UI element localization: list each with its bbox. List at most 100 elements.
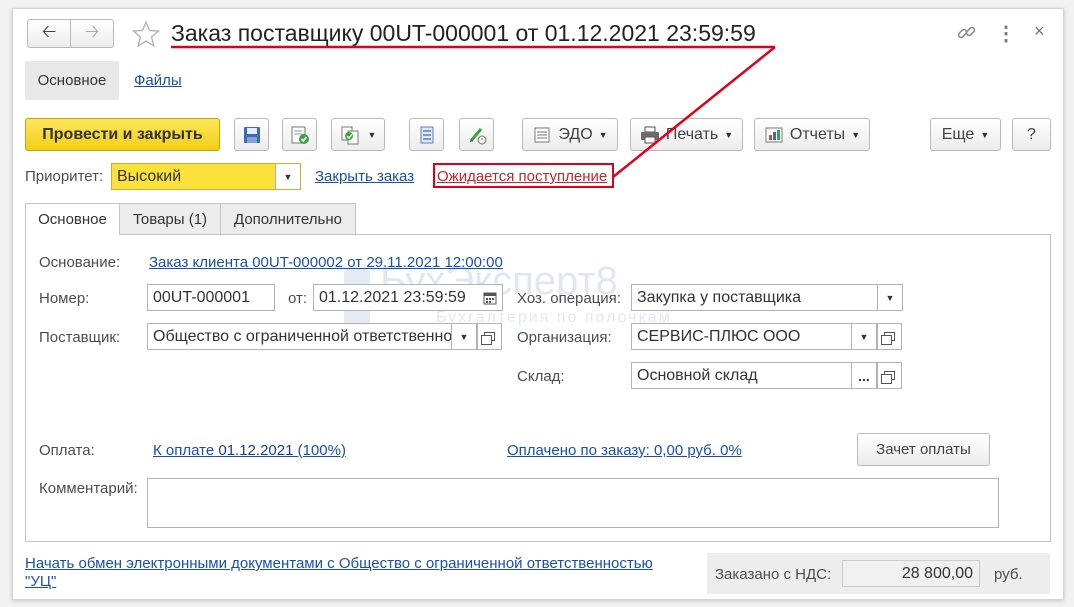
chevron-down-icon[interactable]: ▼	[877, 285, 902, 310]
post-icon	[291, 126, 309, 144]
nav-tab-main-label: Основное	[37, 72, 107, 89]
calendar-icon	[483, 292, 497, 304]
chevron-down-icon: ▼	[598, 129, 608, 140]
create-based-on-button[interactable]: ▼	[331, 118, 385, 151]
post-and-close-button[interactable]: Провести и закрыть	[25, 118, 220, 151]
organization-select[interactable]: СЕРВИС-ПЛЮС ООО ▼	[631, 323, 877, 350]
tab-main-label: Основное	[38, 211, 107, 228]
chevron-down-icon[interactable]: ▼	[451, 324, 476, 349]
start-edo-link-line1: Начать обмен электронными документами с …	[25, 555, 653, 572]
paid-link[interactable]: Оплачено по заказу: 0,00 руб. 0%	[507, 442, 742, 459]
operation-value: Закупка у поставщика	[637, 289, 802, 306]
help-button[interactable]: ?	[1012, 118, 1051, 151]
currency-label: руб.	[994, 566, 1023, 583]
tab-goods[interactable]: Товары (1)	[119, 203, 221, 234]
warehouse-select[interactable]: Основной склад ...	[631, 362, 877, 389]
supplier-open-button[interactable]	[477, 323, 502, 350]
post-button[interactable]	[282, 118, 317, 151]
chevron-down-icon[interactable]: ▼	[851, 324, 876, 349]
offset-payment-label: Зачет оплаты	[876, 441, 971, 458]
save-button[interactable]	[234, 118, 269, 151]
list-button[interactable]	[409, 118, 444, 151]
organization-open-button[interactable]	[877, 323, 902, 350]
priority-select[interactable]: Высокий ▼	[111, 163, 301, 190]
tab-goods-label: Товары (1)	[132, 210, 208, 228]
page-title: Заказ поставщику 00UT-000001 от 01.12.20…	[171, 20, 756, 46]
comment-field[interactable]	[147, 478, 999, 528]
warehouse-value: Основной склад	[637, 367, 758, 384]
edo-button[interactable]: ЭДО ▼	[522, 118, 618, 151]
payment-link-date: 01.12.2021	[218, 442, 294, 459]
chevron-down-icon: ▼	[980, 129, 990, 140]
date-field[interactable]: 01.12.2021 23:59:59	[313, 284, 503, 311]
reports-label: Отчеты	[789, 125, 846, 143]
back-button[interactable]: 🡠	[27, 19, 71, 48]
operation-label: Хоз. операция:	[517, 290, 621, 307]
post-and-close-label: Провести и закрыть	[42, 125, 203, 143]
back-arrow-icon: 🡠	[41, 20, 57, 41]
organization-value: СЕРВИС-ПЛЮС ООО	[637, 328, 801, 345]
warehouse-choose-button[interactable]: ...	[851, 363, 876, 388]
payment-label: Оплата:	[39, 442, 95, 459]
priority-value: Высокий	[117, 168, 182, 185]
date-value: 01.12.2021 23:59:59	[319, 289, 466, 306]
edit-signature-button[interactable]	[459, 118, 494, 151]
edo-label: ЭДО	[558, 125, 593, 143]
comment-label: Комментарий:	[39, 480, 138, 497]
calendar-button[interactable]	[477, 285, 502, 310]
open-icon	[881, 332, 895, 345]
supplier-select[interactable]: Общество с ограниченной ответственностью…	[147, 323, 477, 350]
payment-link-prefix: К оплате	[153, 442, 215, 459]
more-label: Еще	[941, 125, 975, 143]
edo-icon	[534, 127, 550, 142]
main-tab-panel: БухЭксперт8 Бухгалтерия по полочкам Осно…	[25, 234, 1051, 542]
print-label: Печать	[665, 125, 719, 143]
create-based-on-icon	[341, 126, 359, 144]
priority-label: Приоритет:	[25, 168, 104, 185]
close-order-link[interactable]: Закрыть заказ	[315, 168, 414, 185]
open-icon	[881, 371, 895, 384]
number-value: 00UT-000001	[153, 289, 250, 306]
tab-additional[interactable]: Дополнительно	[220, 203, 356, 234]
number-field[interactable]: 00UT-000001	[147, 284, 275, 311]
total-field: 28 800,00	[842, 560, 980, 587]
organization-label: Организация:	[517, 329, 612, 346]
nav-tab-main[interactable]: Основное	[25, 61, 119, 100]
more-button[interactable]: Еще ▼	[930, 118, 1001, 151]
more-vertical-icon[interactable]: ⋮	[996, 21, 1016, 46]
payment-link-suffix: (100%)	[297, 442, 346, 459]
chevron-down-icon: ▼	[851, 129, 861, 140]
total-value: 28 800,00	[901, 565, 973, 582]
chevron-down-icon: ▼	[724, 129, 734, 140]
operation-select[interactable]: Закупка у поставщика ▼	[631, 284, 903, 311]
forward-button[interactable]: 🡢	[70, 19, 114, 48]
link-icon[interactable]	[956, 22, 978, 44]
start-edo-link[interactable]: Начать обмен электронными документами с …	[25, 555, 685, 591]
tab-additional-label: Дополнительно	[234, 210, 342, 228]
print-button[interactable]: Печать ▼	[630, 118, 743, 151]
chevron-down-icon: ▼	[367, 129, 377, 140]
open-icon	[481, 332, 495, 345]
supplier-label: Поставщик:	[39, 329, 121, 346]
total-label: Заказано с НДС:	[715, 566, 832, 583]
supplier-value: Общество с ограниченной ответственностью	[153, 328, 477, 345]
offset-payment-button[interactable]: Зачет оплаты	[857, 433, 990, 466]
document-window: 🡠 🡢 Заказ поставщику 00UT-000001 от 01.1…	[12, 8, 1064, 600]
payment-link[interactable]: К оплате 01.12.2021 (100%)	[153, 442, 346, 459]
star-icon[interactable]	[131, 19, 161, 49]
annotation-connector	[612, 46, 776, 178]
total-panel: Заказано с НДС: 28 800,00 руб.	[707, 553, 1050, 594]
reports-button[interactable]: Отчеты ▼	[754, 118, 870, 151]
start-edo-link-line2: "УЦ"	[25, 573, 57, 590]
chevron-down-icon[interactable]: ▼	[275, 164, 300, 189]
warehouse-open-button[interactable]	[877, 362, 902, 389]
list-icon	[420, 126, 433, 143]
tab-main[interactable]: Основное	[25, 203, 120, 235]
forward-arrow-icon: 🡢	[84, 20, 100, 41]
basis-link[interactable]: Заказ клиента 00UT-000002 от 29.11.2021 …	[149, 254, 503, 271]
status-highlight-box	[433, 163, 614, 188]
reports-icon	[765, 127, 783, 142]
close-icon[interactable]: ×	[1034, 21, 1045, 42]
edit-signature-icon	[469, 127, 486, 144]
nav-tab-files[interactable]: Файлы	[134, 72, 182, 89]
